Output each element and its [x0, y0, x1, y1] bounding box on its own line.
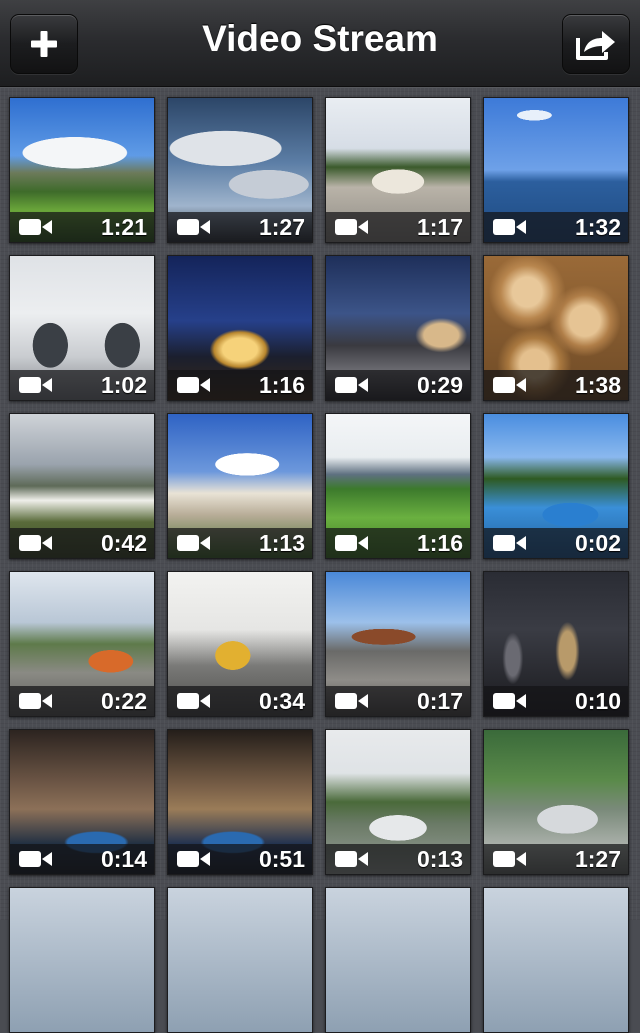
video-camera-icon: [177, 377, 210, 393]
video-camera-icon: [493, 851, 526, 867]
duration-bar: 1:02: [10, 370, 154, 400]
video-thumbnail[interactable]: 1:02: [9, 255, 155, 401]
duration-label: 0:13: [416, 846, 463, 872]
video-camera-icon: [177, 693, 210, 709]
duration-bar: 1:13: [168, 528, 312, 558]
duration-bar: 0:29: [326, 370, 470, 400]
video-thumbnail[interactable]: [483, 887, 629, 1033]
video-thumbnail[interactable]: 0:14: [9, 729, 155, 875]
video-camera-icon: [335, 535, 368, 551]
duration-label: 0:14: [100, 846, 147, 872]
duration-bar: 1:27: [484, 844, 628, 874]
video-thumbnail[interactable]: 0:29: [325, 255, 471, 401]
video-thumbnail[interactable]: 1:16: [167, 255, 313, 401]
duration-bar: 0:10: [484, 686, 628, 716]
video-camera-icon: [19, 535, 52, 551]
video-camera-icon: [335, 219, 368, 235]
duration-label: 0:34: [258, 688, 305, 714]
video-camera-icon: [177, 851, 210, 867]
video-camera-icon: [493, 693, 526, 709]
video-camera-icon: [335, 693, 368, 709]
video-camera-icon: [335, 851, 368, 867]
video-camera-icon: [493, 377, 526, 393]
video-thumbnail[interactable]: 0:34: [167, 571, 313, 717]
duration-bar: 1:16: [168, 370, 312, 400]
navigation-bar: Video Stream: [0, 0, 640, 87]
duration-bar: 0:13: [326, 844, 470, 874]
video-thumbnail[interactable]: 0:10: [483, 571, 629, 717]
video-thumbnail[interactable]: 1:17: [325, 97, 471, 243]
duration-label: 1:16: [416, 530, 463, 556]
video-thumbnail[interactable]: [325, 887, 471, 1033]
video-thumbnail[interactable]: 1:27: [167, 97, 313, 243]
video-camera-icon: [177, 219, 210, 235]
duration-bar: 1:27: [168, 212, 312, 242]
video-thumbnail[interactable]: 1:38: [483, 255, 629, 401]
duration-label: 0:29: [416, 372, 463, 398]
video-thumbnail[interactable]: 0:22: [9, 571, 155, 717]
video-camera-icon: [19, 851, 52, 867]
duration-bar: 0:02: [484, 528, 628, 558]
video-thumbnail[interactable]: 1:32: [483, 97, 629, 243]
video-thumbnail[interactable]: 0:51: [167, 729, 313, 875]
video-camera-icon: [177, 535, 210, 551]
video-thumbnail[interactable]: 1:27: [483, 729, 629, 875]
share-icon: [576, 31, 615, 60]
duration-label: 1:32: [574, 214, 621, 240]
video-camera-icon: [493, 219, 526, 235]
duration-bar: 1:16: [326, 528, 470, 558]
duration-bar: 1:32: [484, 212, 628, 242]
duration-label: 0:10: [574, 688, 621, 714]
duration-bar: 0:42: [10, 528, 154, 558]
video-thumbnail[interactable]: [9, 887, 155, 1033]
duration-label: 0:02: [574, 530, 621, 556]
duration-bar: 1:38: [484, 370, 628, 400]
video-thumbnail[interactable]: 1:21: [9, 97, 155, 243]
duration-bar: 0:14: [10, 844, 154, 874]
video-camera-icon: [19, 219, 52, 235]
video-thumbnail[interactable]: 1:16: [325, 413, 471, 559]
duration-bar: 0:22: [10, 686, 154, 716]
page-title: Video Stream: [202, 18, 438, 59]
share-button[interactable]: [562, 14, 630, 74]
duration-label: 0:42: [100, 530, 147, 556]
video-thumbnail[interactable]: 0:42: [9, 413, 155, 559]
duration-label: 1:38: [574, 372, 621, 398]
duration-label: 0:17: [416, 688, 463, 714]
duration-label: 1:27: [258, 214, 305, 240]
duration-label: 0:51: [258, 846, 305, 872]
duration-bar: 0:51: [168, 844, 312, 874]
duration-bar: 1:17: [326, 212, 470, 242]
duration-bar: 1:21: [10, 212, 154, 242]
video-thumbnail[interactable]: 0:13: [325, 729, 471, 875]
video-camera-icon: [19, 693, 52, 709]
video-grid: 1:21 1:27 1:17 1:32 1:02 1:16 0:29 1:38 0:42 1:13…: [0, 88, 640, 1033]
video-camera-icon: [493, 535, 526, 551]
duration-label: 1:13: [258, 530, 305, 556]
duration-label: 1:17: [416, 214, 463, 240]
video-thumbnail[interactable]: 1:13: [167, 413, 313, 559]
duration-label: 0:22: [100, 688, 147, 714]
video-camera-icon: [19, 377, 52, 393]
video-camera-icon: [335, 377, 368, 393]
video-thumbnail[interactable]: 0:17: [325, 571, 471, 717]
duration-bar: 0:17: [326, 686, 470, 716]
duration-label: 1:27: [574, 846, 621, 872]
video-thumbnail[interactable]: 0:02: [483, 413, 629, 559]
video-thumbnail[interactable]: [167, 887, 313, 1033]
duration-label: 1:21: [100, 214, 147, 240]
duration-bar: 0:34: [168, 686, 312, 716]
duration-label: 1:16: [258, 372, 305, 398]
duration-label: 1:02: [100, 372, 147, 398]
